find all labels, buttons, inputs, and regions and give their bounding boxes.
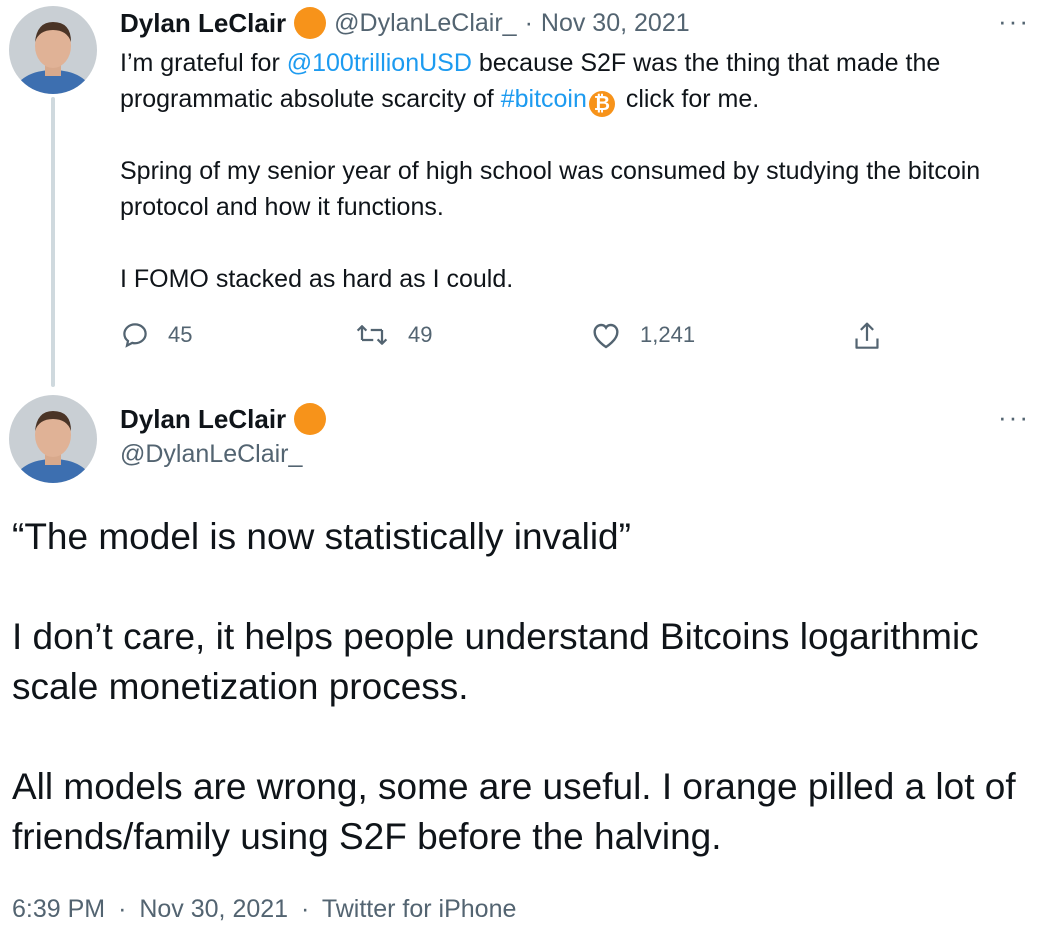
handle[interactable]: @DylanLeClair_	[334, 9, 516, 38]
separator: ·	[301, 895, 310, 923]
tweet-paragraph-3: All models are wrong, some are useful. I…	[12, 766, 1016, 857]
more-options-icon[interactable]: ···	[998, 6, 1030, 37]
avatar[interactable]	[9, 395, 97, 483]
share-button[interactable]	[852, 320, 900, 352]
verified-badge-icon	[294, 7, 327, 39]
tweet-header: Dylan LeClair @DylanLeClair_ · Nov 30, 2…	[120, 6, 690, 40]
bitcoin-icon: ₿	[588, 91, 615, 117]
reply-button[interactable]: 45	[120, 320, 192, 350]
separator: ·	[118, 895, 127, 923]
tweet-body: I’m grateful for @100trillionUSD because…	[120, 45, 1020, 297]
retweet-count: 49	[408, 322, 433, 347]
thread-connector	[51, 97, 55, 387]
tweet-date[interactable]: Nov 30, 2021	[139, 895, 288, 923]
tweet-paragraph-2: Spring of my senior year of high school …	[120, 157, 981, 221]
avatar[interactable]	[9, 6, 97, 94]
tweet-source[interactable]: Twitter for iPhone	[322, 895, 517, 923]
display-name[interactable]: Dylan LeClair	[120, 403, 286, 435]
handle[interactable]: @DylanLeClair_	[120, 440, 302, 469]
tweet-header: Dylan LeClair	[120, 402, 327, 436]
tweet-paragraph-2: I don’t care, it helps people understand…	[12, 616, 979, 707]
heart-icon	[593, 323, 619, 349]
like-button[interactable]: 1,241	[590, 320, 695, 350]
tweet-time[interactable]: 6:39 PM	[12, 895, 105, 923]
like-count: 1,241	[640, 322, 696, 347]
hashtag-link[interactable]: #bitcoin	[501, 85, 587, 113]
verified-badge-icon	[294, 403, 327, 435]
more-options-icon[interactable]: ···	[998, 402, 1030, 433]
text-segment: I’m grateful for	[120, 49, 287, 77]
mention-link[interactable]: @100trillionUSD	[287, 49, 472, 77]
text-segment: click for me.	[625, 85, 760, 113]
share-icon	[855, 322, 879, 349]
separator: ·	[524, 8, 533, 37]
tweet-date[interactable]: Nov 30, 2021	[541, 9, 690, 38]
reply-icon	[123, 323, 147, 348]
tweet-body: “The model is now statistically invalid”…	[12, 512, 1032, 862]
retweet-icon	[356, 325, 388, 345]
tweet-metadata: 6:39 PM · Nov 30, 2021 · Twitter for iPh…	[12, 895, 516, 924]
tweet-paragraph-3: I FOMO stacked as hard as I could.	[120, 265, 514, 293]
retweet-button[interactable]: 49	[354, 320, 432, 350]
tweet-paragraph-1: “The model is now statistically invalid”	[12, 516, 631, 557]
display-name[interactable]: Dylan LeClair	[120, 7, 286, 39]
reply-count: 45	[168, 322, 193, 347]
tweet-paragraph-1: I’m grateful for @100trillionUSD because…	[120, 45, 1020, 117]
